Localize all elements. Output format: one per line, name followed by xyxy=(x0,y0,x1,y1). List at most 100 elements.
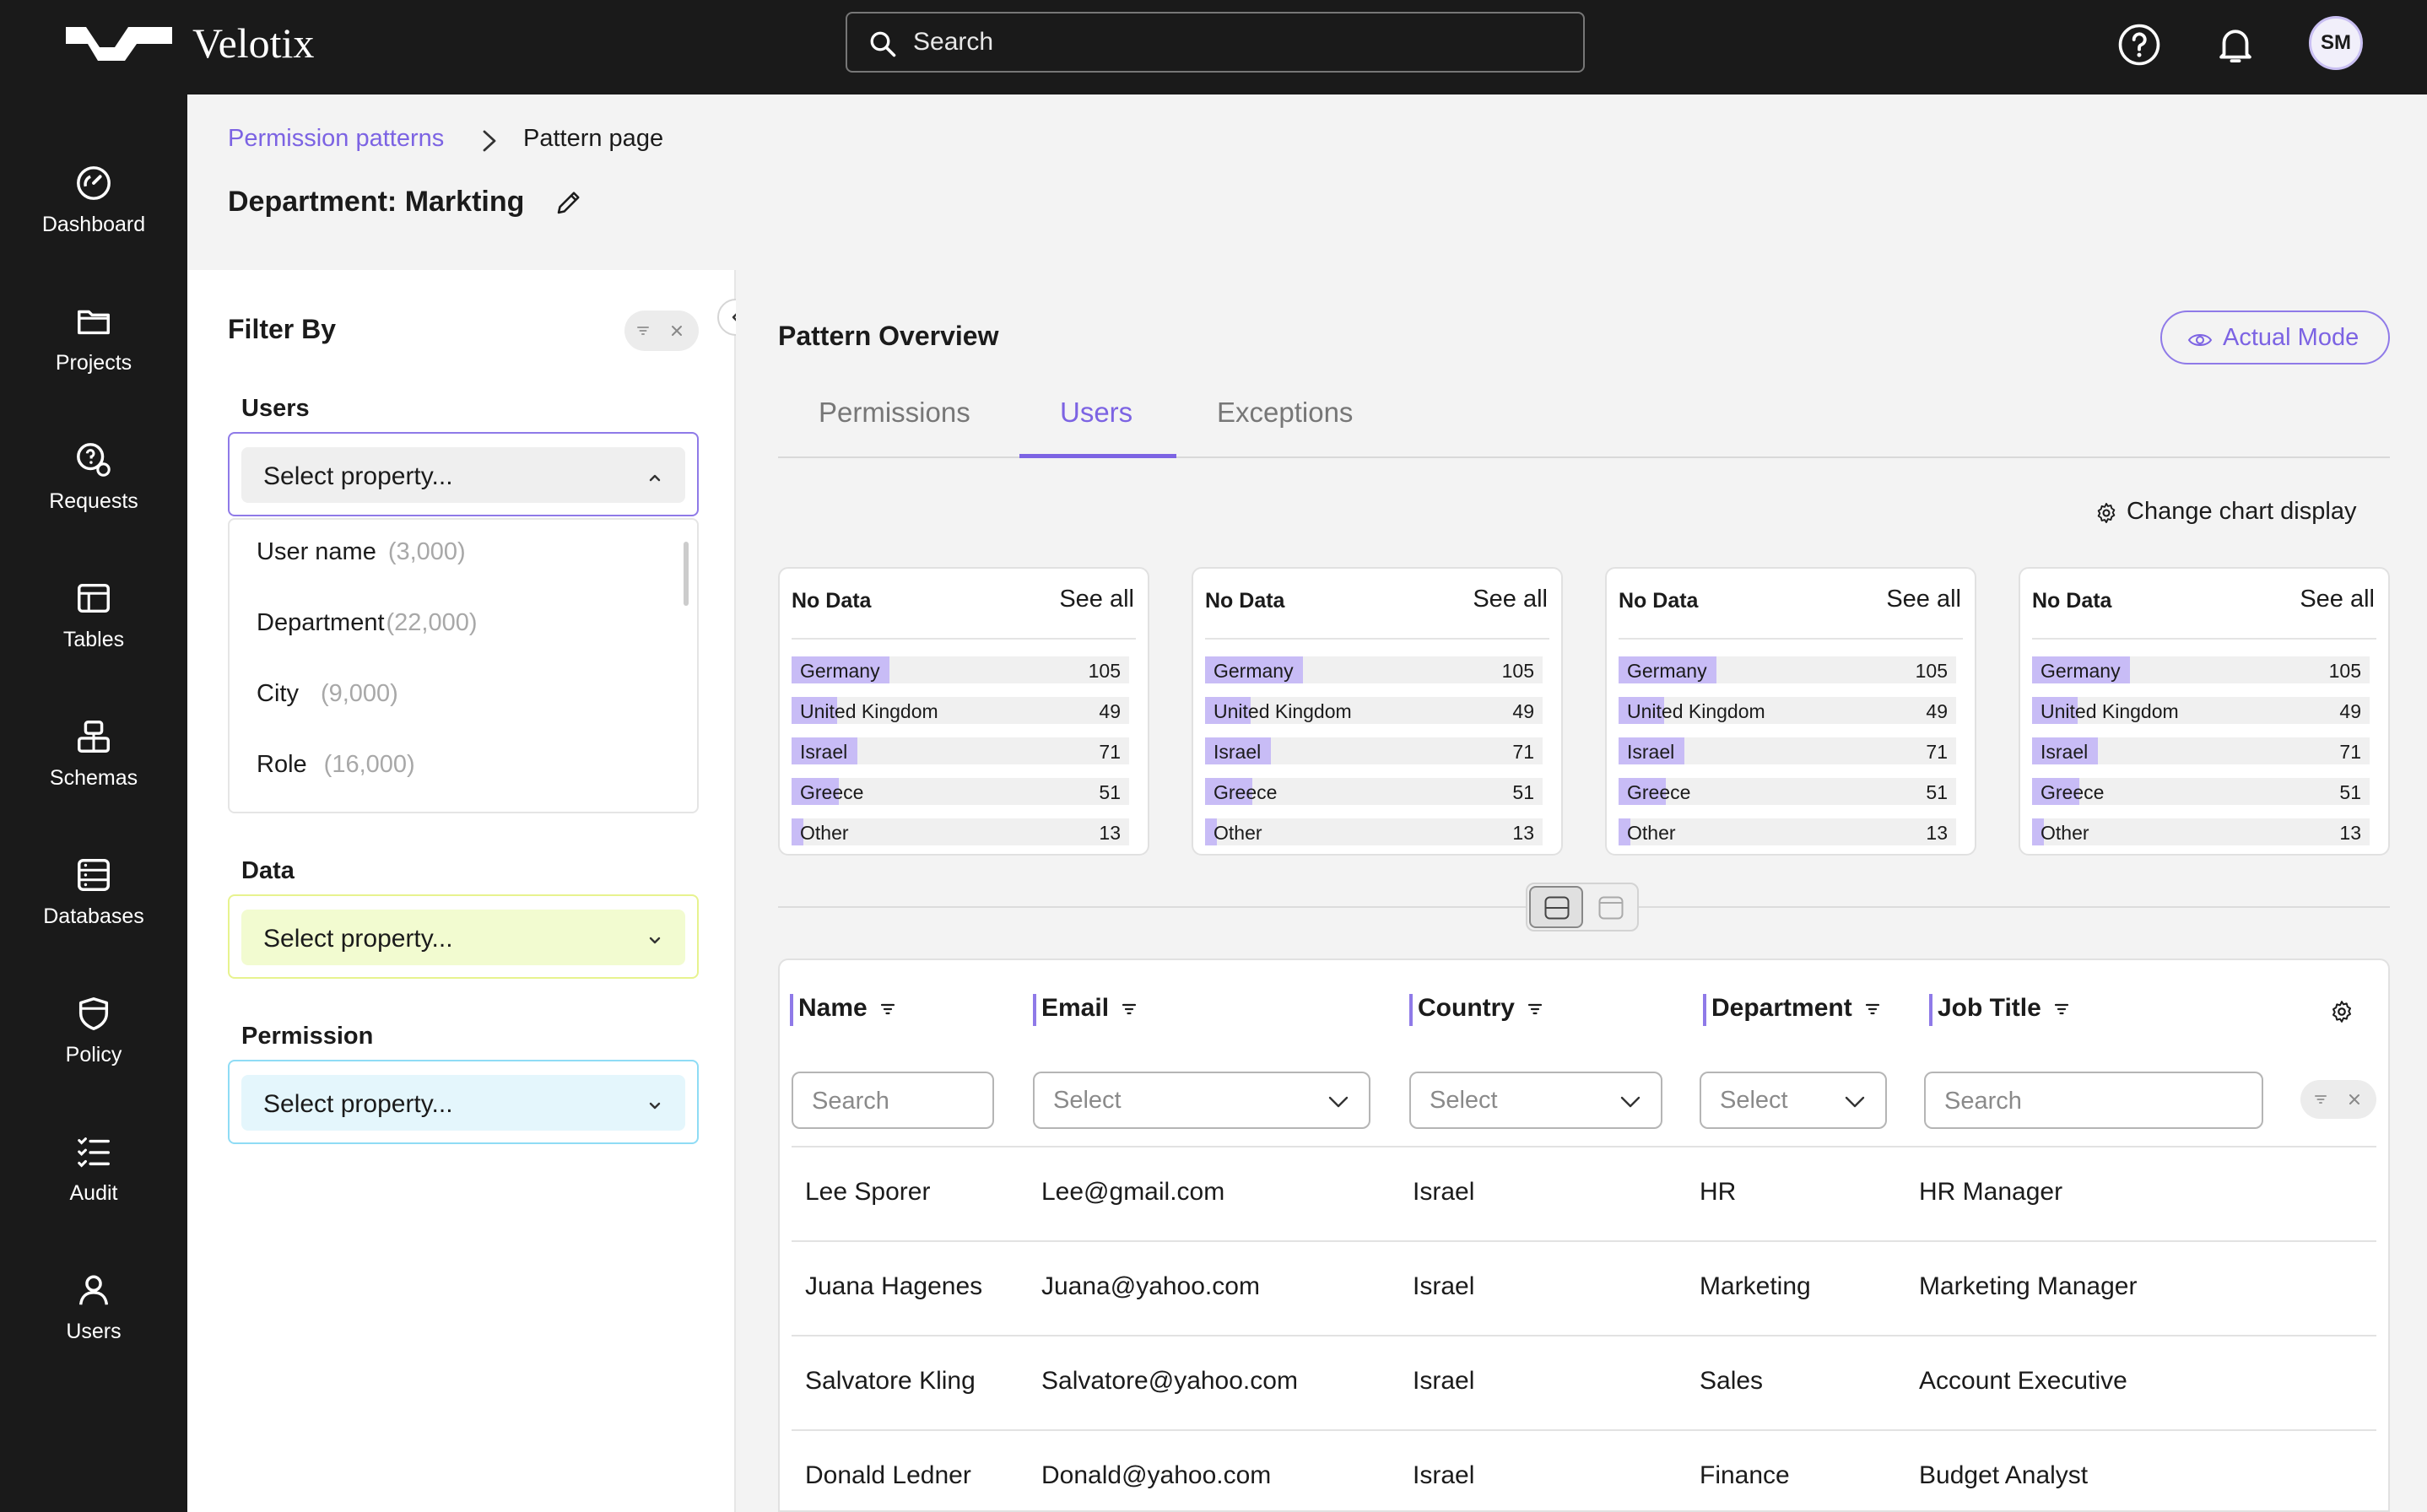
see-all-link[interactable]: See all xyxy=(1059,586,1134,613)
sidebar-item-label: Projects xyxy=(55,351,132,375)
filter-icon xyxy=(2315,1095,2327,1104)
filter-icon[interactable] xyxy=(1121,1001,1138,1018)
permission-property-select[interactable]: Select property... xyxy=(228,1060,699,1144)
summary-card: No Data See all Germany 105 United Kingdo… xyxy=(1192,567,1563,856)
row-divider xyxy=(792,1335,2376,1336)
country-select[interactable]: Select xyxy=(1409,1072,1662,1129)
user-avatar[interactable]: SM xyxy=(2309,16,2363,70)
permission-select-placeholder: Select property... xyxy=(263,1090,453,1118)
card-title: No Data xyxy=(2032,589,2112,613)
filter-icon[interactable] xyxy=(2053,1001,2070,1018)
notifications-bell-icon[interactable] xyxy=(2213,22,2258,68)
card-divider xyxy=(1205,638,1549,640)
data-select-field: Select property... xyxy=(241,910,685,965)
summary-card: No Data See all Germany 105 United Kingdo… xyxy=(778,567,1149,856)
sidebar-item-label: Dashboard xyxy=(41,213,146,236)
bar-value: 49 xyxy=(1099,700,1121,722)
summary-card: No Data See all Germany 105 United Kingdo… xyxy=(2019,567,2390,856)
sidebar-item-label: Databases xyxy=(43,904,144,928)
column-header-department[interactable]: Department xyxy=(1703,994,1881,1026)
close-icon[interactable] xyxy=(2346,1091,2363,1108)
column-header-country[interactable]: Country xyxy=(1409,994,1543,1026)
option-city[interactable]: City (9,000) xyxy=(257,680,398,708)
help-icon[interactable] xyxy=(2116,22,2162,68)
actual-mode-button[interactable]: Actual Mode xyxy=(2160,310,2390,364)
column-header-name[interactable]: Name xyxy=(790,994,896,1026)
filter-icon[interactable] xyxy=(1864,1001,1881,1018)
sidebar-item-label: Tables xyxy=(62,628,125,651)
cell-job-title: Account Executive xyxy=(1919,1367,2127,1395)
data-property-select[interactable]: Select property... xyxy=(228,894,699,979)
email-select-value: Select xyxy=(1053,1087,1122,1114)
sidebar-item-projects[interactable]: Projects xyxy=(0,302,187,429)
tab-permissions[interactable]: Permissions xyxy=(819,397,970,429)
sidebar-item-label: Users xyxy=(66,1320,122,1343)
users-property-select[interactable]: Select property... xyxy=(228,432,699,516)
sidebar-item-databases[interactable]: Databases xyxy=(0,856,187,982)
card-title: No Data xyxy=(792,589,872,613)
column-label: Job Title xyxy=(1938,994,2041,1022)
sidebar-item-schemas[interactable]: Schemas xyxy=(0,717,187,844)
cell-department: Marketing xyxy=(1700,1272,1811,1300)
column-header-email[interactable]: Email xyxy=(1033,994,1138,1026)
global-search[interactable] xyxy=(846,12,1585,73)
bar-value: 71 xyxy=(1926,741,1948,763)
sidebar-item-requests[interactable]: Requests xyxy=(0,440,187,567)
option-count: (3,000) xyxy=(387,538,466,565)
job-title-search-field[interactable] xyxy=(1924,1072,2263,1129)
user-icon xyxy=(78,1275,109,1305)
bar-label: Germany xyxy=(1214,660,1294,682)
job-title-search-input[interactable] xyxy=(1944,1085,2213,1117)
close-icon[interactable] xyxy=(668,322,685,339)
search-input[interactable] xyxy=(913,24,1554,61)
bar-label: Greece xyxy=(800,781,864,803)
name-search-input[interactable] xyxy=(812,1085,971,1117)
option-department[interactable]: Department(22,000) xyxy=(257,609,478,637)
tab-users[interactable]: Users xyxy=(1060,397,1132,429)
sidebar-item-label: Audit xyxy=(69,1181,118,1205)
bar-value: 105 xyxy=(1088,660,1121,682)
country-select-value: Select xyxy=(1430,1087,1498,1114)
dropdown-scrollbar[interactable] xyxy=(684,542,689,606)
option-role[interactable]: Role (16,000) xyxy=(257,751,415,779)
department-select[interactable]: Select xyxy=(1700,1072,1887,1129)
sidebar-item-users[interactable]: Users xyxy=(0,1271,187,1397)
column-header-job-title[interactable]: Job Title xyxy=(1929,994,2070,1026)
top-bar: Velotix SM xyxy=(0,0,2427,94)
bar-label: Israel xyxy=(1214,741,1262,763)
split-view-button[interactable] xyxy=(1529,886,1583,928)
see-all-link[interactable]: See all xyxy=(1473,586,1548,613)
velotix-logo-icon[interactable] xyxy=(66,25,172,62)
cell-email: Juana@yahoo.com xyxy=(1041,1272,1260,1300)
search-icon xyxy=(870,31,896,57)
edit-pencil-icon[interactable] xyxy=(554,187,584,218)
bar-value: 49 xyxy=(1512,700,1534,722)
summary-card: No Data See all Germany 105 United Kingdo… xyxy=(1605,567,1976,856)
sidebar-item-policy[interactable]: Policy xyxy=(0,994,187,1120)
single-layout-icon[interactable] xyxy=(1598,896,1624,920)
cell-name: Donald Ledner xyxy=(805,1461,971,1489)
sidebar: Dashboard Projects Requests Tables Schem… xyxy=(0,94,187,1512)
bar-row: Other 13 xyxy=(1619,818,1956,845)
bar-row: Other 13 xyxy=(1205,818,1543,845)
bar-value: 51 xyxy=(1512,781,1534,803)
option-user-name[interactable]: User name (3,000) xyxy=(257,538,466,566)
tab-exceptions[interactable]: Exceptions xyxy=(1217,397,1353,429)
see-all-link[interactable]: See all xyxy=(2300,586,2375,613)
name-search-field[interactable] xyxy=(792,1072,994,1129)
see-all-link[interactable]: See all xyxy=(1886,586,1961,613)
bar-label: United Kingdom xyxy=(1627,700,1765,722)
sidebar-item-audit[interactable]: Audit xyxy=(0,1132,187,1259)
option-label: City xyxy=(257,680,299,707)
sidebar-item-tables[interactable]: Tables xyxy=(0,579,187,705)
bar-label: Other xyxy=(1627,822,1676,844)
sidebar-item-dashboard[interactable]: Dashboard xyxy=(0,164,187,290)
filter-icon[interactable] xyxy=(1527,1001,1543,1018)
table-settings-gear-icon[interactable] xyxy=(2329,999,2354,1024)
table-filter-clear-chip[interactable] xyxy=(2300,1080,2376,1119)
cell-job-title: Budget Analyst xyxy=(1919,1461,2089,1489)
breadcrumb-parent-link[interactable]: Permission patterns xyxy=(228,125,444,153)
filter-clear-chip[interactable] xyxy=(624,310,699,351)
filter-icon[interactable] xyxy=(879,1001,896,1018)
email-select[interactable]: Select xyxy=(1033,1072,1370,1129)
